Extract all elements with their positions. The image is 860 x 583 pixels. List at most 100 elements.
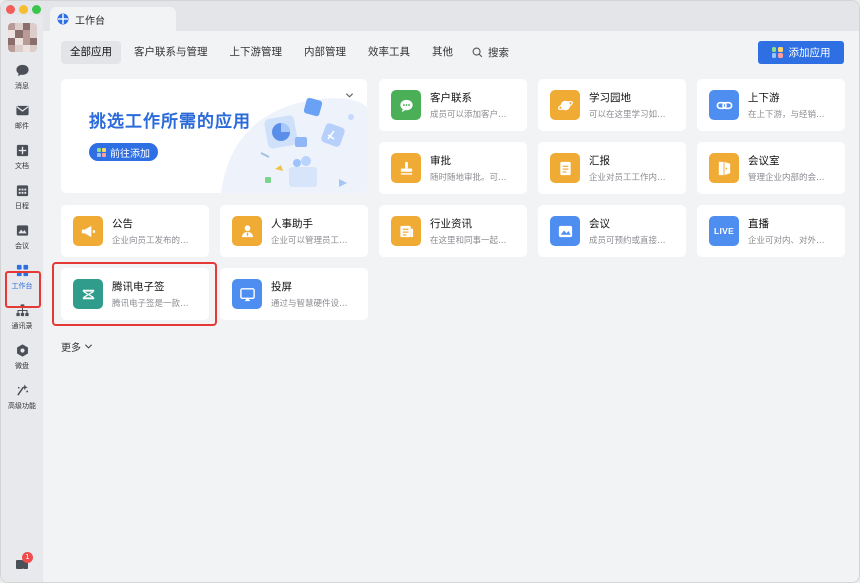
drive-icon <box>16 344 28 357</box>
app-description: 成员可预约或直接… <box>589 236 666 246</box>
app-card-customer[interactable]: 客户联系 成员可以添加客户… <box>379 79 527 131</box>
app-card-report[interactable]: 汇报 企业对员工工作内… <box>538 142 686 194</box>
sidebar-item-label: 邮件 <box>15 122 29 130</box>
banner-title: 挑选工作所需的应用 <box>89 112 251 132</box>
app-name: 审批 <box>430 155 451 167</box>
app-card-learning[interactable]: 学习园地 可以在这里学习如… <box>538 79 686 131</box>
app-description: 企业可以管理员工… <box>271 236 348 246</box>
megaphone-icon <box>73 216 103 246</box>
more-label: 更多 <box>61 343 81 354</box>
tab-internal-management[interactable]: 内部管理 <box>295 41 355 64</box>
add-app-button[interactable]: 添加应用 <box>758 41 844 64</box>
app-description: 管理企业内部的会… <box>748 173 825 183</box>
screen-cast-icon <box>232 279 262 309</box>
tab-customer-management[interactable]: 客户联系与管理 <box>125 41 217 64</box>
mail-icon <box>15 105 29 116</box>
search-icon <box>472 47 483 58</box>
news-icon <box>391 216 421 246</box>
app-name: 行业资讯 <box>430 218 472 230</box>
workbench-highlight-box <box>5 271 41 308</box>
sidebar-item-docs[interactable]: 文档 <box>1 138 43 176</box>
chain-link-icon <box>709 90 739 120</box>
minimize-window-button[interactable] <box>19 5 28 14</box>
sidebar-item-advanced[interactable]: 高级功能 <box>1 378 43 416</box>
app-name: 汇报 <box>589 155 610 167</box>
app-name: 会议 <box>589 218 610 230</box>
tab-other[interactable]: 其他 <box>423 41 462 64</box>
app-card-hr[interactable]: 人事助手 企业可以管理员工… <box>220 205 368 257</box>
app-description: 在上下游，与经销… <box>748 110 825 120</box>
close-window-button[interactable] <box>6 5 15 14</box>
chat-bubble-icon <box>15 64 29 77</box>
live-icon: LIVE <box>709 216 739 246</box>
sidebar-item-label: 微盘 <box>15 362 29 370</box>
tab-title: 工作台 <box>75 15 105 27</box>
chat-dots-icon <box>391 90 421 120</box>
sidebar-item-label: 文档 <box>15 162 29 170</box>
app-card-meeting[interactable]: 会议 成员可预约或直接… <box>538 205 686 257</box>
more-button[interactable]: 更多 <box>61 339 93 354</box>
app-description: 成员可以添加客户… <box>430 110 507 120</box>
app-card-news[interactable]: 行业资讯 在这里和同事一起… <box>379 205 527 257</box>
app-illustration-icon <box>221 97 367 193</box>
sidebar-item-meetings[interactable]: 会议 <box>1 218 43 256</box>
app-name: 投屏 <box>271 281 292 293</box>
app-description: 企业向员工发布的… <box>112 236 189 246</box>
report-doc-icon <box>550 153 580 183</box>
app-grid-icon <box>97 147 106 157</box>
live-icon-text: LIVE <box>713 226 735 236</box>
avatar[interactable] <box>8 23 37 52</box>
meeting-icon <box>550 216 580 246</box>
title-bar: 工作台 <box>1 1 859 31</box>
sidebar-item-drive[interactable]: 微盘 <box>1 338 43 376</box>
sidebar-item-label: 通讯录 <box>11 322 33 330</box>
app-description: 可以在这里学习如… <box>589 110 666 120</box>
app-name: 学习园地 <box>589 92 631 104</box>
app-description: 在这里和同事一起… <box>430 236 507 246</box>
maximize-window-button[interactable] <box>32 5 41 14</box>
app-name: 会议室 <box>748 155 780 167</box>
workbench-main: 全部应用 客户联系与管理 上下游管理 内部管理 效率工具 其他 搜索 添加应用 <box>43 31 859 582</box>
sidebar-item-calendar[interactable]: 日程 <box>1 178 43 216</box>
app-card-live[interactable]: LIVE 直播 企业可对内、对外… <box>697 205 845 257</box>
sidebar-item-messages[interactable]: 消息 <box>1 58 43 96</box>
document-icon <box>16 144 28 157</box>
tab-efficiency-tools[interactable]: 效率工具 <box>359 41 419 64</box>
app-window: 工作台 消息 邮件 文档 日程 会议 工作台 通讯录 微盘 高级功能 1 全部应… <box>0 0 860 583</box>
app-grid-icon <box>771 47 783 58</box>
app-name: 上下游 <box>748 92 780 104</box>
app-description: 通过与智慧硬件设… <box>271 299 348 309</box>
tab-upstream-downstream[interactable]: 上下游管理 <box>221 41 292 64</box>
go-add-button[interactable]: 前往添加 <box>89 143 158 161</box>
sidebar-item-mail[interactable]: 邮件 <box>1 98 43 136</box>
sidebar-item-label: 高级功能 <box>8 402 36 410</box>
app-card-upstream[interactable]: 上下游 在上下游，与经销… <box>697 79 845 131</box>
go-add-label: 前往添加 <box>110 148 150 160</box>
promo-banner: 挑选工作所需的应用 前往添加 <box>61 79 367 193</box>
add-app-label: 添加应用 <box>788 47 831 59</box>
chevron-down-icon[interactable] <box>345 91 354 100</box>
meeting-icon <box>16 225 28 236</box>
planet-icon <box>550 90 580 120</box>
tab-workbench[interactable]: 工作台 <box>50 7 176 31</box>
calendar-icon <box>16 185 28 197</box>
app-description: 企业可对内、对外… <box>748 236 825 246</box>
tab-all-apps[interactable]: 全部应用 <box>61 41 121 64</box>
sidebar: 消息 邮件 文档 日程 会议 工作台 通讯录 微盘 高级功能 1 <box>1 15 43 582</box>
notification-badge: 1 <box>22 552 33 563</box>
app-card-screen-cast[interactable]: 投屏 通过与智慧硬件设… <box>220 268 368 320</box>
chevron-down-icon <box>84 344 93 349</box>
category-tabs: 全部应用 客户联系与管理 上下游管理 内部管理 效率工具 其他 搜索 <box>61 41 509 64</box>
app-card-meeting-room[interactable]: 会议室 管理企业内部的会… <box>697 142 845 194</box>
app-name: 公告 <box>112 218 133 230</box>
stamp-icon <box>391 153 421 183</box>
app-name: 人事助手 <box>271 218 313 230</box>
app-description: 企业对员工工作内… <box>589 173 666 183</box>
app-card-approval[interactable]: 审批 随时随地审批。可… <box>379 142 527 194</box>
esign-highlight-box <box>52 262 217 326</box>
app-card-notice[interactable]: 公告 企业向员工发布的… <box>61 205 209 257</box>
search-button[interactable]: 搜索 <box>466 45 509 60</box>
door-icon <box>709 153 739 183</box>
sidebar-item-label: 日程 <box>15 202 29 210</box>
app-description: 随时随地审批。可… <box>430 173 507 183</box>
